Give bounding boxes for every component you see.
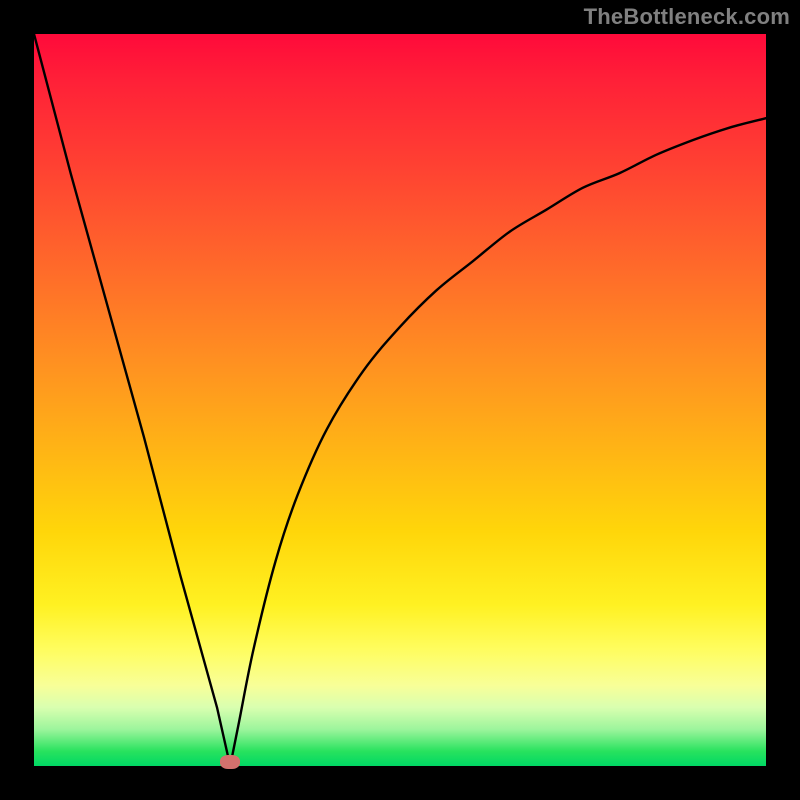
attribution-text: TheBottleneck.com bbox=[584, 4, 790, 30]
plot-area bbox=[34, 34, 766, 766]
chart-frame: TheBottleneck.com bbox=[0, 0, 800, 800]
gradient-background bbox=[34, 34, 766, 766]
